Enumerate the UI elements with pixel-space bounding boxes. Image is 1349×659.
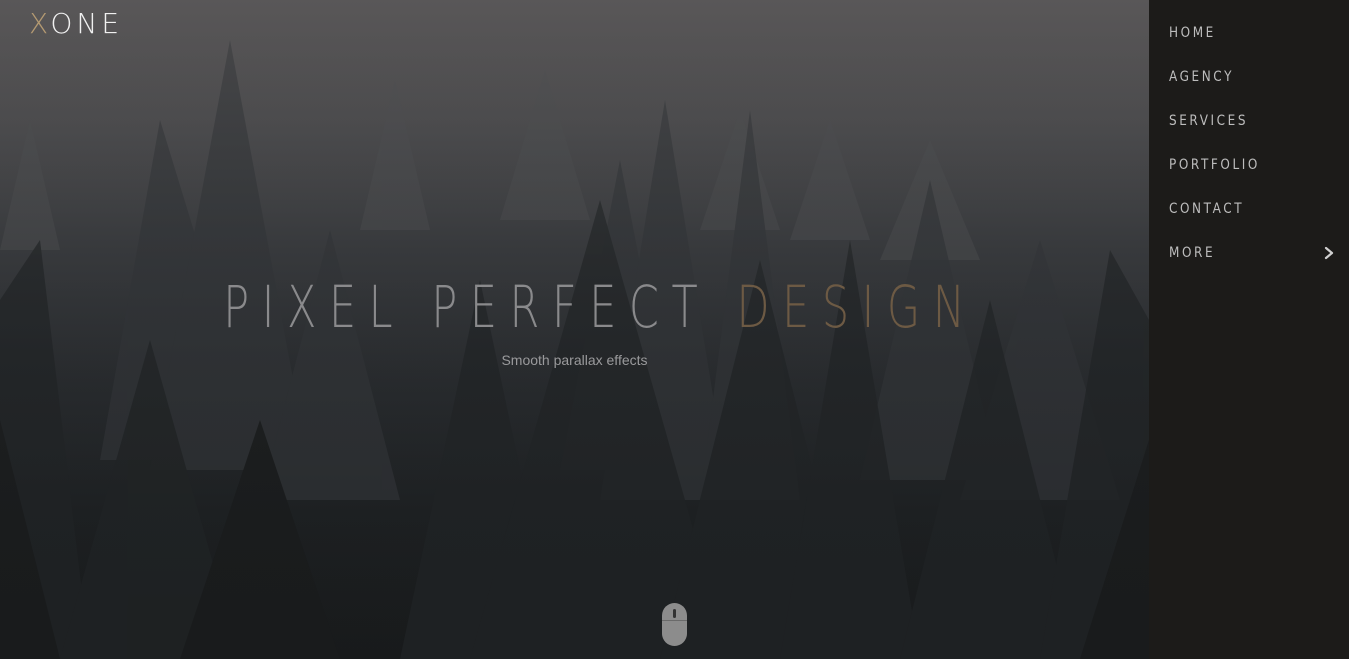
nav-item-services[interactable]: SERVICES [1169,109,1335,133]
nav-item-label: PORTFOLIO [1169,157,1260,173]
logo-accent-letter: X [29,7,51,40]
nav-item-portfolio[interactable]: PORTFOLIO [1169,153,1335,177]
hero-title: PIXEL PERFECT DESIGN [175,270,1025,344]
hero-subtitle: Smooth parallax effects [501,352,648,368]
hero-section: XONE PIXEL PERFECT DESIGN Smooth paralla… [0,0,1149,659]
nav-item-agency[interactable]: AGENCY [1169,65,1335,89]
nav-item-more[interactable]: MORE [1169,241,1335,265]
mouse-wheel [673,609,676,618]
hero-title-accent: DESIGN [736,273,978,341]
nav-item-label: HOME [1169,25,1216,41]
nav-item-home[interactable]: HOME [1169,21,1335,45]
nav-item-label: MORE [1169,245,1216,261]
mouse-icon-divider [662,620,687,621]
nav-item-label: SERVICES [1169,113,1249,129]
nav-item-label: CONTACT [1169,201,1245,217]
chevron-right-icon [1324,246,1334,260]
mouse-icon[interactable] [662,603,687,646]
page: XONE PIXEL PERFECT DESIGN Smooth paralla… [0,0,1349,659]
nav-item-contact[interactable]: CONTACT [1169,197,1335,221]
side-nav: HOME AGENCY SERVICES PORTFOLIO CONTACT M… [1149,0,1349,659]
logo[interactable]: XONE [29,6,123,42]
nav-item-label: AGENCY [1169,69,1235,85]
logo-text: ONE [50,7,124,40]
hero-title-main: PIXEL PERFECT [223,273,737,341]
